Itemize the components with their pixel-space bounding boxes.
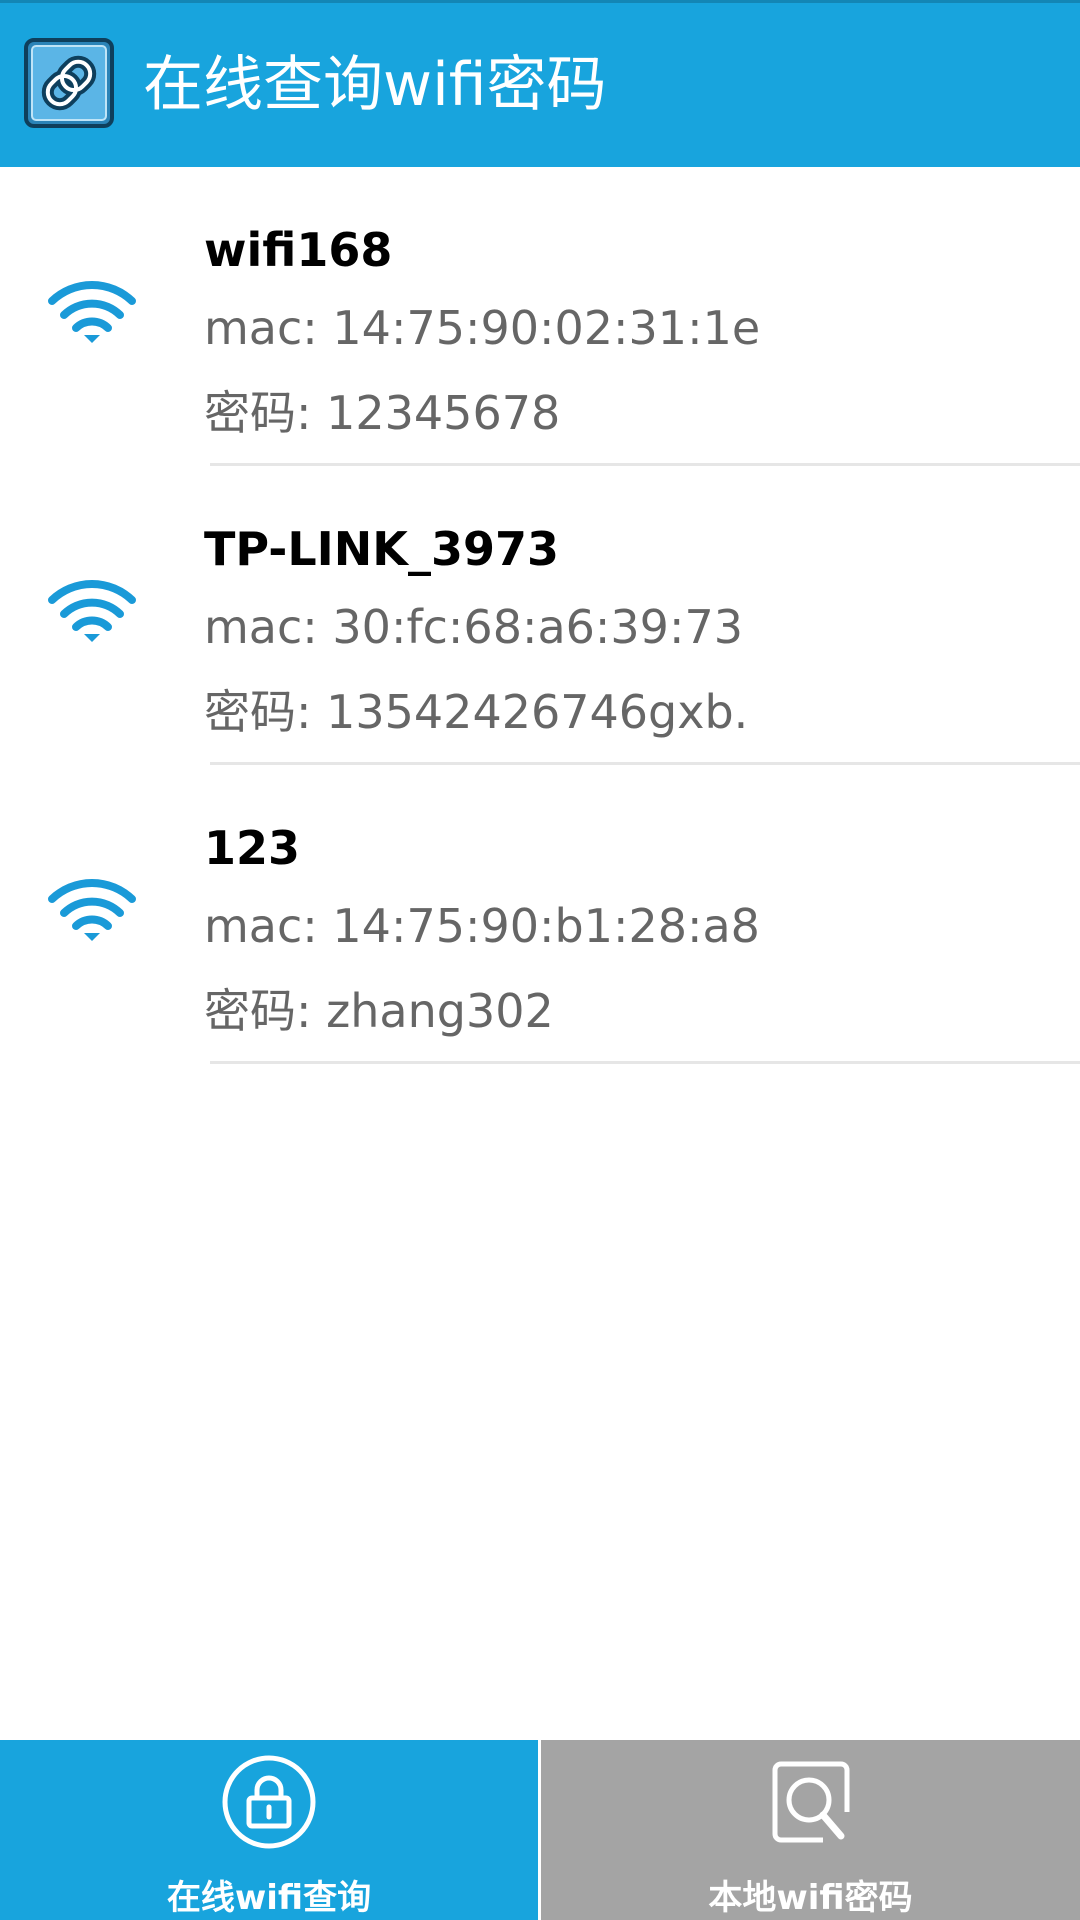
- wifi-ssid: TP-LINK_3973: [204, 522, 559, 576]
- screen: 在线查询wifi密码 wifi168 mac: 14:75:90:02:31:1…: [0, 0, 1080, 1920]
- divider: [210, 1061, 1080, 1064]
- lock-icon: [222, 1755, 316, 1849]
- wifi-signal-icon: [48, 580, 136, 642]
- wifi-list-item[interactable]: TP-LINK_3973 mac: 30:fc:68:a6:39:73 密码: …: [0, 466, 1080, 765]
- wifi-signal-icon: [48, 281, 136, 343]
- wifi-list-item[interactable]: 123 mac: 14:75:90:b1:28:a8 密码: zhang302: [0, 765, 1080, 1064]
- tab-label: 本地wifi密码: [708, 1878, 913, 1918]
- wifi-list: wifi168 mac: 14:75:90:02:31:1e 密码: 12345…: [0, 167, 1080, 1064]
- wifi-mac: mac: 30:fc:68:a6:39:73: [204, 600, 743, 654]
- tab-label: 在线wifi查询: [166, 1878, 372, 1918]
- search-icon: [772, 1761, 850, 1843]
- wifi-password: 密码: zhang302: [204, 984, 554, 1038]
- wifi-mac: mac: 14:75:90:b1:28:a8: [204, 899, 760, 953]
- page-title: 在线查询wifi密码: [143, 50, 607, 120]
- app-link-icon: [24, 38, 114, 128]
- bottom-tab-bar: 在线wifi查询 本地wifi密码: [0, 1740, 1080, 1920]
- wifi-password: 密码: 13542426746gxb.: [204, 685, 749, 739]
- tab-online-wifi-query[interactable]: 在线wifi查询: [0, 1740, 538, 1920]
- wifi-list-item[interactable]: wifi168 mac: 14:75:90:02:31:1e 密码: 12345…: [0, 167, 1080, 466]
- wifi-ssid: 123: [204, 821, 301, 875]
- wifi-signal-icon: [48, 879, 136, 941]
- wifi-mac: mac: 14:75:90:02:31:1e: [204, 301, 761, 355]
- app-header: 在线查询wifi密码: [0, 0, 1080, 167]
- wifi-password: 密码: 12345678: [204, 386, 561, 440]
- tab-local-wifi-password[interactable]: 本地wifi密码: [541, 1740, 1080, 1920]
- wifi-ssid: wifi168: [204, 223, 393, 277]
